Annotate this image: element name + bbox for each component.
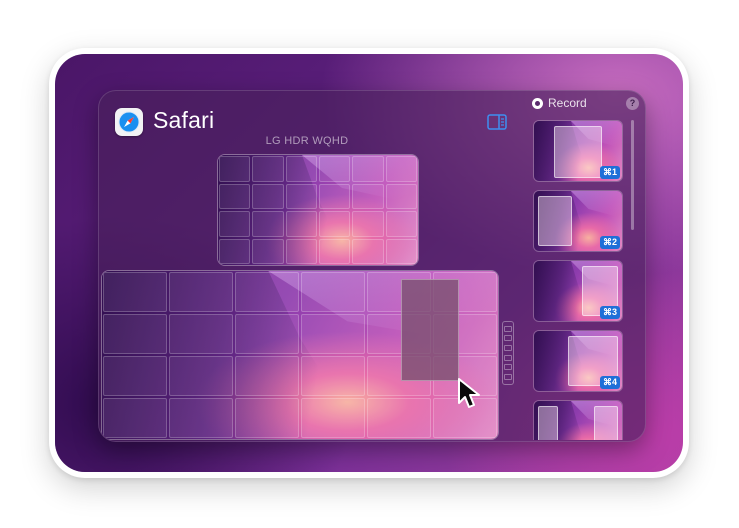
secondary-display-label: LG HDR WQHD [265, 135, 349, 147]
secondary-display-screen[interactable] [217, 154, 419, 266]
layout-item[interactable]: ⌘1 [533, 120, 623, 182]
grid-cell[interactable] [285, 211, 317, 237]
grid-cell[interactable] [385, 183, 417, 209]
secondary-display-grid[interactable] [218, 155, 418, 265]
grid-cell[interactable] [235, 272, 299, 312]
grid-cell[interactable] [235, 356, 299, 396]
grid-cell[interactable] [103, 272, 167, 312]
grid-cell[interactable] [219, 156, 251, 182]
grid-cell[interactable] [103, 356, 167, 396]
layout-shortcut-badge: ⌘3 [599, 306, 620, 319]
grid-cell[interactable] [169, 314, 233, 354]
layout-shortcut-badge: ⌘4 [599, 376, 620, 389]
layout-item[interactable]: ⌘3 [533, 260, 623, 322]
safari-compass-icon [115, 108, 143, 136]
layout-item[interactable]: ⌘4 [533, 330, 623, 392]
grid-cell[interactable] [301, 272, 365, 312]
grid-cell[interactable] [318, 211, 351, 237]
grid-cell[interactable] [103, 398, 167, 438]
grid-cell[interactable] [385, 156, 417, 182]
grid-cell[interactable] [301, 356, 365, 396]
grid-cell[interactable] [169, 398, 233, 438]
layout-shortcut-badge: ⌘1 [599, 166, 620, 179]
grid-cell[interactable] [252, 211, 284, 237]
grid-cell[interactable] [352, 211, 384, 237]
grid-cell[interactable] [385, 211, 417, 237]
grid-cell[interactable] [385, 238, 417, 264]
layout-shortcut-badge: ⌘2 [599, 236, 620, 249]
grid-cell[interactable] [352, 238, 384, 264]
grid-cell[interactable] [367, 398, 431, 438]
record-button[interactable]: Record [532, 96, 587, 110]
grid-cell[interactable] [318, 156, 351, 182]
grid-cell[interactable] [235, 314, 299, 354]
grid-cell[interactable] [301, 398, 365, 438]
window-placement-selection [401, 279, 459, 381]
grid-cell[interactable] [252, 238, 284, 264]
record-icon [532, 97, 543, 109]
layout-item[interactable] [533, 400, 623, 440]
help-button[interactable]: ? [626, 97, 639, 110]
grid-cell[interactable] [285, 238, 317, 264]
grid-cell[interactable] [318, 238, 351, 264]
display-arrangement-strip[interactable] [502, 321, 514, 385]
app-title: Safari [153, 107, 215, 133]
grid-cell[interactable] [169, 356, 233, 396]
layouts-scrollbar[interactable] [631, 120, 634, 230]
grid-cell[interactable] [219, 238, 251, 264]
layout-item[interactable]: ⌘2 [533, 190, 623, 252]
grid-cell[interactable] [285, 183, 317, 209]
grid-cell[interactable] [301, 314, 365, 354]
grid-cell[interactable] [252, 183, 284, 209]
grid-cell[interactable] [252, 156, 284, 182]
grid-cell[interactable] [318, 183, 351, 209]
grid-cell[interactable] [219, 211, 251, 237]
sidebar-toggle-icon[interactable] [487, 114, 507, 130]
grid-cell[interactable] [103, 314, 167, 354]
grid-cell[interactable] [169, 272, 233, 312]
record-label: Record [548, 96, 587, 110]
grid-cell[interactable] [285, 156, 317, 182]
mouse-pointer-icon [457, 377, 483, 416]
grid-cell[interactable] [352, 183, 384, 209]
saved-layouts-list: ⌘1 ⌘2 ⌘3 ⌘4 [533, 120, 623, 440]
grid-cell[interactable] [235, 398, 299, 438]
grid-cell[interactable] [219, 183, 251, 209]
grid-cell[interactable] [352, 156, 384, 182]
